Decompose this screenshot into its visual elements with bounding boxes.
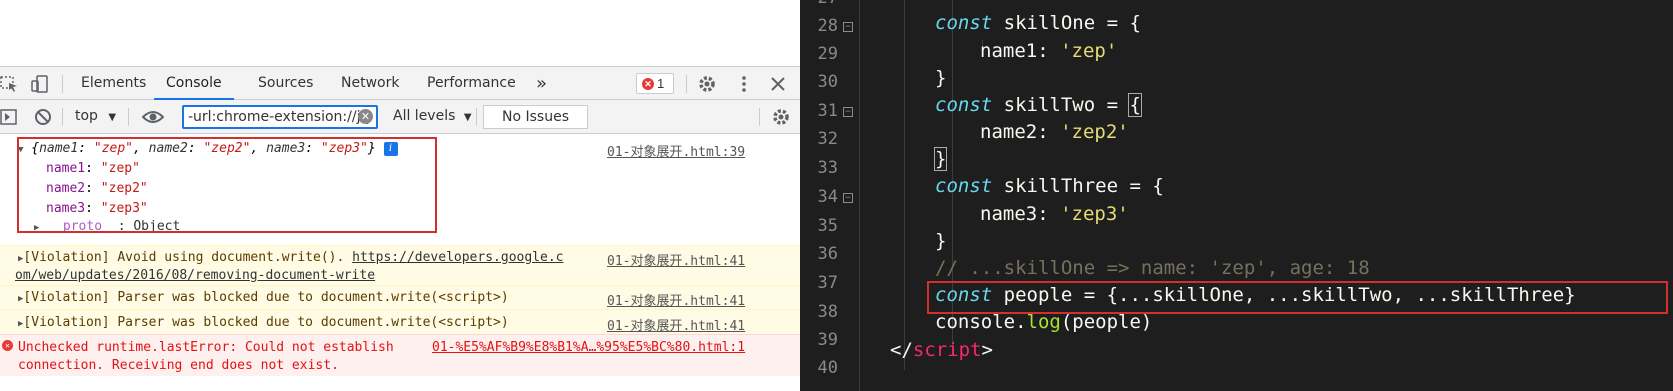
error-message: ✕ Unchecked runtime.lastError: Could not… (0, 334, 800, 376)
issues-button[interactable]: No Issues (483, 105, 588, 129)
line-number: 35 (817, 216, 838, 236)
code-line-35[interactable]: name3: 'zep3' (980, 203, 1129, 225)
code-line-33[interactable]: } (933, 147, 948, 171)
violation-source-link[interactable]: 01-对象展开.html:41 (607, 250, 745, 269)
toolbar-divider (759, 108, 760, 126)
line-number: 31 (817, 101, 838, 121)
line-number: 39 (817, 330, 838, 350)
line-number: 29 (817, 44, 838, 64)
code-line-40[interactable]: </script> (890, 339, 993, 361)
toolbar-divider (62, 75, 63, 93)
console-filter-input[interactable]: -url:chrome-extension://jq ✕ (182, 105, 378, 129)
toolbar-divider (686, 75, 687, 93)
line-number: 33 (817, 158, 838, 178)
violation-text: ▶[Violation] Parser was blocked due to d… (18, 290, 509, 305)
violation-doc-link[interactable]: https://developers.google.c (352, 250, 563, 265)
error-count: 1 (657, 76, 665, 91)
close-icon[interactable] (768, 74, 788, 94)
violation-source-link[interactable]: 01-对象展开.html:41 (607, 315, 745, 334)
line-number: 28 (817, 16, 838, 36)
violation-text: ▶[Violation] Avoid using document.write(… (18, 250, 564, 265)
dropdown-arrow-icon: ▼ (463, 112, 472, 123)
code-line-32[interactable]: name2: 'zep2' (980, 121, 1129, 143)
eye-icon[interactable] (141, 107, 165, 127)
console-filter-bar: top ▼ -url:chrome-extension://jq ✕ All l… (0, 100, 800, 134)
object-source-link[interactable]: 01-对象展开.html:39 (607, 141, 745, 160)
context-label: top (75, 108, 98, 124)
fold-toggle-icon[interactable]: − (843, 107, 853, 117)
line-number: 34 (817, 187, 838, 207)
code-editor[interactable]: 27 28 29 30 31 32 33 34 35 36 37 38 39 4… (800, 0, 1673, 391)
tab-sources[interactable]: Sources (258, 67, 313, 100)
error-line2: connection. Receiving end does not exist… (18, 358, 339, 373)
line-number: 27 (800, 0, 838, 8)
console-settings-gear-icon[interactable] (771, 107, 791, 127)
line-number-gutter: 27 28 29 30 31 32 33 34 35 36 37 38 39 4… (800, 0, 859, 391)
code-line-29[interactable]: name1: 'zep' (980, 40, 1117, 62)
console-output: ▼ {name1: "zep", name2: "zep2", name3: "… (0, 135, 800, 391)
fold-toggle-icon[interactable]: − (843, 193, 853, 203)
tab-network[interactable]: Network (341, 67, 399, 100)
line-number: 40 (817, 358, 838, 378)
code-line-37-comment[interactable]: // ...skillOne => name: 'zep', age: 18 (935, 257, 1370, 279)
error-icon: ✕ (2, 340, 13, 351)
gutter-divider (859, 0, 860, 391)
filter-value: -url:chrome-extension://jq (188, 109, 370, 125)
toolbar-divider (62, 108, 63, 126)
error-line1: Unchecked runtime.lastError: Could not e… (18, 340, 394, 355)
violation-doc-link-cont[interactable]: om/web/updates/2016/08/removing-document… (15, 268, 375, 283)
violation-message: ▶[Violation] Avoid using document.write(… (0, 245, 800, 285)
tab-elements[interactable]: Elements (81, 67, 146, 100)
clear-console-icon[interactable] (33, 107, 53, 127)
tab-console[interactable]: Console (154, 67, 234, 100)
levels-label: All levels (393, 108, 456, 124)
inspect-element-icon[interactable] (0, 74, 20, 94)
line-number: 32 (817, 129, 838, 149)
violation-source-link[interactable]: 01-对象展开.html:41 (607, 290, 745, 309)
line-number: 36 (817, 244, 838, 264)
line-number: 30 (817, 72, 838, 92)
gear-icon[interactable] (697, 74, 717, 94)
highlight-box (17, 137, 437, 233)
code-line-34[interactable]: const skillThree = { (935, 175, 1164, 197)
code-line-31[interactable]: const skillTwo = { (935, 93, 1142, 117)
sidebar-toggle-icon[interactable] (0, 107, 20, 127)
code-line-36[interactable]: } (935, 230, 946, 252)
toolbar-divider (476, 108, 477, 126)
more-tabs-button[interactable]: » (536, 67, 547, 100)
kebab-menu-icon[interactable] (734, 74, 754, 94)
clear-filter-icon[interactable]: ✕ (358, 109, 373, 124)
violation-message: ▶[Violation] Parser was blocked due to d… (0, 285, 800, 309)
devtools-tabbar: Elements Console Sources Network Perform… (0, 66, 800, 100)
violation-text: ▶[Violation] Parser was blocked due to d… (18, 315, 509, 330)
line-number: 38 (817, 302, 838, 322)
highlight-box (927, 281, 1668, 314)
dropdown-arrow-icon: ▼ (108, 112, 117, 123)
error-source-link[interactable]: 01-%E5%AF%B9%E8%B1%A…%95%E5%BC%80.html:1 (432, 340, 745, 355)
line-number: 37 (817, 273, 838, 293)
code-line-28[interactable]: const skillOne = { (935, 12, 1141, 34)
fold-toggle-icon[interactable]: − (843, 22, 853, 32)
violation-message: ▶[Violation] Parser was blocked due to d… (0, 309, 800, 334)
context-selector[interactable]: top ▼ (75, 100, 116, 133)
tab-performance[interactable]: Performance (427, 67, 516, 100)
logged-object-entry[interactable]: ▼ {name1: "zep", name2: "zep2", name3: "… (0, 135, 800, 243)
indent-guide (904, 0, 905, 370)
code-line-30[interactable]: } (935, 67, 946, 89)
devtools-panel: Elements Console Sources Network Perform… (0, 0, 800, 391)
device-toolbar-icon[interactable] (30, 74, 50, 94)
error-count-badge[interactable]: ✕ 1 (636, 73, 674, 94)
toolbar-divider (128, 108, 129, 126)
code-line-39[interactable]: console.log(people) (935, 311, 1152, 333)
log-levels-dropdown[interactable]: All levels ▼ (393, 100, 472, 133)
error-x-icon: ✕ (642, 78, 654, 90)
